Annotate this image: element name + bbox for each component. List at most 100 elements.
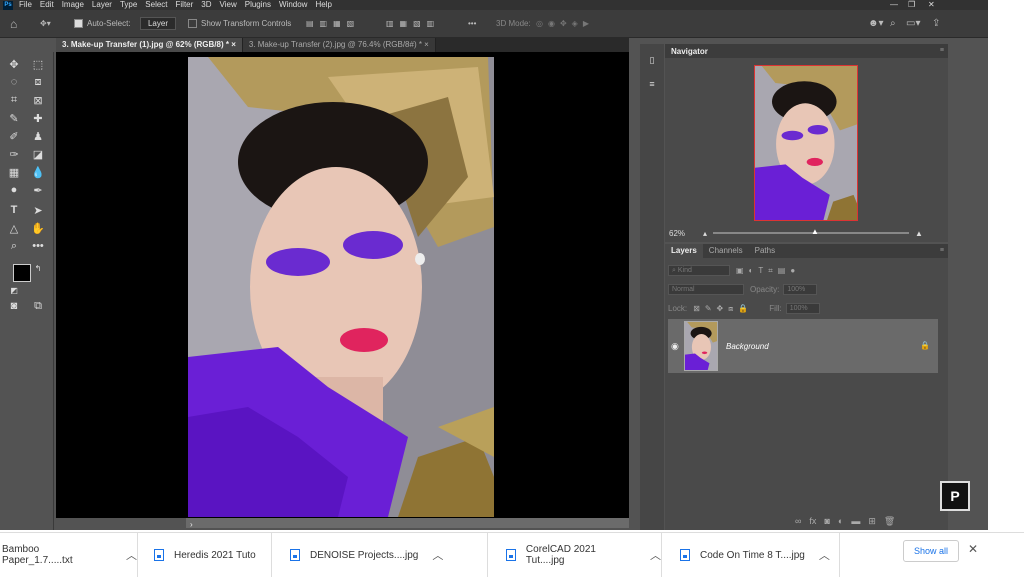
kind-filter-select[interactable]: ⌕ Kind [668,265,730,276]
fill-input[interactable]: 100% [785,303,820,314]
more-options-icon[interactable]: ••• [468,19,476,28]
navigator-thumbnail[interactable] [754,65,858,221]
layer-row-background[interactable]: ◉ Background 🔒 [668,319,938,373]
close-icon[interactable]: ✕ [928,0,935,9]
menu-filter[interactable]: Filter [176,0,194,10]
distribute-icons[interactable]: ▥▦▧▥ [386,19,440,28]
filter-type-icons[interactable]: ▣◐T⌗▤● [736,266,800,276]
zoom-slider[interactable]: ▲ [713,227,910,236]
screen-mode-icon[interactable]: ⧉ [30,298,46,314]
lock-icons[interactable]: ⊠✎✥⧈🔒 [693,304,753,314]
tab-layers[interactable]: Layers [665,244,703,258]
auto-select-checkbox[interactable]: Auto-Select: [74,19,131,28]
zoom-out-icon[interactable]: ▴ [703,229,707,238]
share-icon[interactable]: ⇪ [932,18,940,29]
show-all-button[interactable]: Show all [903,540,959,562]
blur-tool-icon[interactable]: 💧 [30,164,46,180]
zoom-value[interactable]: 62% [669,229,699,238]
healing-brush-icon[interactable]: ✚ [30,110,46,126]
chevron-up-icon[interactable]: ︿ [650,547,661,563]
menu-file[interactable]: File [19,0,32,10]
menu-image[interactable]: Image [62,0,84,10]
download-item-1[interactable]: Bamboo Paper_1.7.....txt ︿ [0,533,138,577]
menu-help[interactable]: Help [315,0,331,10]
move-tool-icon[interactable]: ✥▾ [40,19,51,28]
workspace-icon[interactable]: ▭▾ [906,18,920,29]
panel-menu-icon[interactable]: ≡ [940,247,944,254]
fx-icon[interactable]: fx [809,516,816,527]
eyedropper-icon[interactable]: ✎ [6,110,22,126]
delete-layer-icon[interactable]: 🗑 [884,516,895,527]
menu-type[interactable]: Type [120,0,137,10]
new-layer-icon[interactable]: ⊞ [868,516,876,527]
document-canvas[interactable] [56,52,629,518]
layer-select[interactable]: Layer [140,17,176,30]
gradient-tool-icon[interactable]: ▦ [6,164,22,180]
crop-tool-icon[interactable]: ⌗ [6,92,22,108]
hand-tool-icon[interactable]: ✋ [30,220,46,236]
menu-window[interactable]: Window [279,0,307,10]
show-transform-checkbox[interactable]: Show Transform Controls [188,19,291,28]
shape-tool-icon[interactable]: △ [6,220,22,236]
eraser-icon[interactable]: ◪ [30,146,46,162]
menu-plugins[interactable]: Plugins [245,0,271,10]
link-layers-icon[interactable]: ∞ [795,516,801,527]
menu-layer[interactable]: Layer [92,0,112,10]
visibility-eye-icon[interactable]: ◉ [671,341,679,352]
menu-edit[interactable]: Edit [40,0,54,10]
path-select-icon[interactable]: ➤ [30,202,46,218]
menu-3d[interactable]: 3D [201,0,211,10]
new-group-icon[interactable]: ▬ [851,516,860,527]
chevron-up-icon[interactable]: ︿ [432,547,443,563]
home-icon[interactable]: ⌂ [10,17,17,31]
tab-document-1[interactable]: 3. Make-up Transfer (1).jpg @ 62% (RGB/8… [56,38,243,52]
scroll-arrow-icon[interactable]: › [190,520,193,529]
layer-name[interactable]: Background [726,342,769,351]
close-tab-icon[interactable]: × [231,40,236,49]
close-tab-icon[interactable]: × [424,40,429,49]
zoom-in-icon[interactable]: ▲ [915,229,923,238]
opacity-input[interactable]: 100% [783,284,818,295]
share-user-icon[interactable]: ☻▾ [868,18,884,29]
zoom-slider-thumb-icon[interactable]: ▲ [811,227,819,236]
horizontal-scrollbar[interactable]: › [186,518,629,529]
dodge-tool-icon[interactable]: ● [6,182,22,198]
chevron-up-icon[interactable]: ︿ [819,547,830,563]
foreground-color-swatch[interactable] [13,264,31,282]
lasso-tool-icon[interactable]: ◌ [6,74,22,90]
search-icon[interactable]: ⌕ [890,18,896,29]
chevron-up-icon[interactable]: ︿ [126,547,137,563]
align-icons[interactable]: ▤▥▦▧ [306,19,360,28]
adjustments-panel-icon[interactable]: ≡ [644,76,660,92]
minimize-icon[interactable]: — [890,0,898,9]
menu-view[interactable]: View [220,0,237,10]
adjustment-layer-icon[interactable]: ◐ [838,516,843,527]
brush-tool-icon[interactable]: ✐ [6,128,22,144]
swap-colors-icon[interactable]: ↰ [30,260,46,276]
blend-mode-select[interactable]: Normal [668,284,744,295]
type-tool-icon[interactable]: T [6,202,22,218]
default-colors-icon[interactable]: ◩ [6,282,22,298]
panel-menu-icon[interactable]: ≡ [940,47,944,54]
menu-select[interactable]: Select [145,0,167,10]
history-panel-icon[interactable]: ▯ [644,52,660,68]
download-item-2[interactable]: Heredis 2021 Tuto [138,533,272,577]
pen-tool-icon[interactable]: ✒ [30,182,46,198]
download-item-4[interactable]: CorelCAD 2021 Tut....jpg ︿ [488,533,662,577]
zoom-tool-icon[interactable]: ⌕ [6,238,22,254]
quick-mask-icon[interactable]: ◙ [6,298,22,314]
close-downloads-icon[interactable]: ✕ [968,542,978,556]
tab-document-2[interactable]: 3. Make-up Transfer (2).jpg @ 76.4% (RGB… [242,38,436,52]
more-tools-icon[interactable]: ••• [30,238,46,254]
move-tool-icon[interactable]: ✥ [6,56,22,72]
stamp-tool-icon[interactable]: ♟ [30,128,46,144]
marquee-tool-icon[interactable]: ⬚ [30,56,46,72]
tab-channels[interactable]: Channels [703,244,749,258]
frame-tool-icon[interactable]: ⊠ [30,92,46,108]
tab-paths[interactable]: Paths [749,244,781,258]
add-mask-icon[interactable]: ◙ [824,516,829,527]
download-item-5[interactable]: Code On Time 8 T....jpg ︿ [662,533,840,577]
object-select-icon[interactable]: ⧈ [30,74,46,90]
restore-icon[interactable]: ❐ [908,0,915,9]
download-item-3[interactable]: DENOISE Projects....jpg ︿ [272,533,488,577]
